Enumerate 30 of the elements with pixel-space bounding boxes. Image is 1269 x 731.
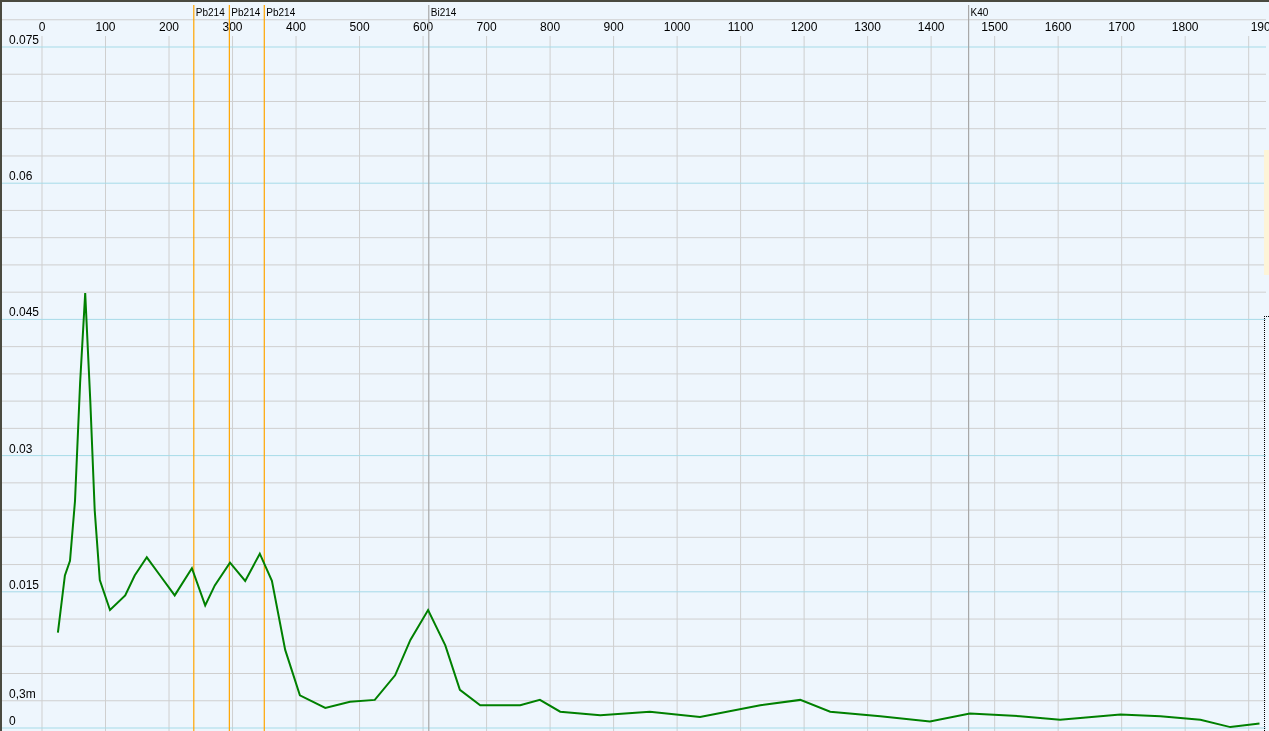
axis-label: 1700 (1108, 20, 1135, 34)
peak-label: Pb214 (231, 7, 261, 18)
axis-label: 400 (286, 20, 307, 34)
axis-label: 0.015 (9, 577, 40, 592)
peak-label: K40 (970, 7, 989, 18)
peak-label: Bi214 (430, 7, 457, 18)
axis-label: 1500 (981, 20, 1008, 34)
axis-label: 200 (159, 20, 180, 34)
axis-label: 0.075 (9, 33, 40, 47)
peak-label: Pb214 (266, 7, 296, 18)
axis-label: 900 (603, 20, 624, 34)
axis-label: 0 (9, 714, 16, 728)
axis-label: 1200 (790, 20, 818, 34)
axis-label: 1100 (727, 20, 754, 34)
axis-label: 700 (476, 20, 497, 34)
axis-label: 0.06 (9, 169, 33, 184)
axis-label: 0,3m (9, 686, 36, 701)
axis-label: 1000 (663, 20, 691, 34)
axis-label: 0.03 (9, 441, 33, 456)
axis-label: 500 (349, 20, 370, 34)
axis-label: 600 (413, 20, 434, 34)
axis-label: 1600 (1044, 20, 1072, 34)
axis-label: 800 (540, 20, 561, 34)
peak-label: Pb214 (195, 7, 225, 18)
axis-label: 0.045 (9, 305, 40, 320)
axis-label: 1400 (917, 20, 945, 34)
axis-label: 0 (38, 20, 46, 34)
axis-label: 1800 (1171, 20, 1199, 34)
axis-label: 100 (95, 20, 116, 34)
axis-label: 1300 (854, 20, 881, 34)
